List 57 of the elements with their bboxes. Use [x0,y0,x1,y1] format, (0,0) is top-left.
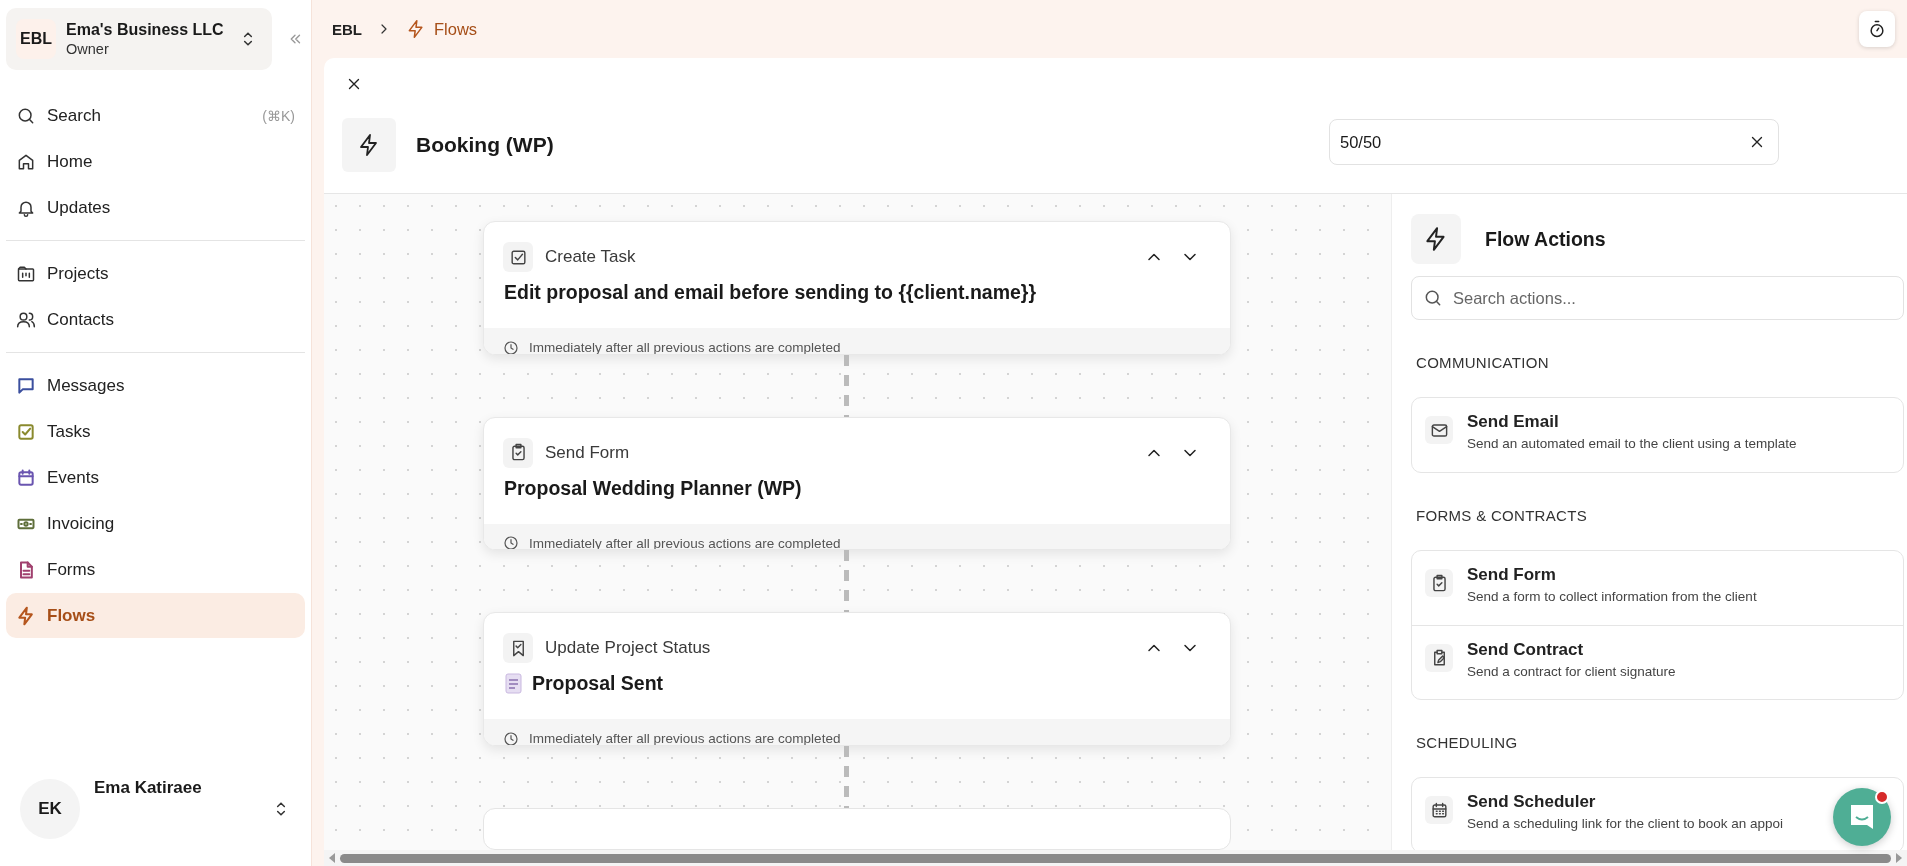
action-item[interactable]: Send Form Send a form to collect information from the client [1412,551,1903,625]
action-description: Send an automated email to the client using a template [1467,436,1797,451]
sidebar-item[interactable]: Tasks [6,409,305,454]
stopwatch-icon [1867,19,1887,39]
action-title: Send Email [1467,412,1560,432]
sidebar-item[interactable]: Invoicing [6,501,305,546]
workspace-role: Owner [66,41,110,57]
sidebar-item[interactable]: Home [6,139,305,184]
action-item[interactable]: Send Scheduler Send a scheduling link for the client to book an appoi [1412,778,1903,850]
step-type: Send Form [545,442,631,463]
shortcut-hint: (⌘K) [262,107,295,124]
sidebar-item[interactable]: Contacts [6,297,305,342]
horizontal-scrollbar[interactable] [324,850,1907,866]
step-title: Edit proposal and email before sending to {{client.name}} [504,281,1037,304]
flow-title: Booking (WP) [416,133,555,157]
timer-button[interactable] [1859,11,1895,47]
action-title: Send Form [1467,565,1557,585]
clock-icon [503,730,519,745]
section-heading: FORMS & CONTRACTS [1416,507,1588,526]
action-description: Send a contract for client signature [1467,664,1676,679]
workspace-name: Ema's Business LLC [66,21,225,39]
clock-icon [503,535,519,550]
user-name: Ema Katiraee [94,778,203,798]
sidebar-item[interactable]: Updates [6,185,305,230]
lightning-icon [406,19,426,39]
step-title: Proposal Wedding Planner (WP) [504,476,802,500]
calendar-icon [1429,800,1449,820]
scroll-left-icon [328,853,336,863]
action-item[interactable]: Send Email Send an automated email to the client using a template [1412,398,1903,472]
action-description: Send a form to collect information from the client [1467,589,1757,604]
breadcrumb-link[interactable]: EBL [332,20,362,38]
notification-dot [1875,790,1889,804]
search-icon [1423,288,1443,308]
action-search-field[interactable]: Search actions... [1411,276,1904,320]
action-item[interactable]: Send Contract Send a contract for client signature [1412,625,1903,699]
step-type: Create Task [545,247,637,267]
sidebar-item[interactable]: Forms [6,547,305,592]
step-title: Proposal Sent [532,672,664,696]
section-heading: COMMUNICATION [1416,354,1550,373]
document-icon [504,672,524,695]
panel-title: Flow Actions [1485,227,1606,251]
sidebar-item[interactable]: Messages [6,363,305,408]
split-field[interactable]: 50/50 [1329,119,1779,165]
sidebar-item[interactable]: Events [6,455,305,500]
breadcrumb-link[interactable]: Flows [406,19,478,39]
sidebar-item[interactable]: Search (⌘K) [6,93,305,138]
sidebar-item[interactable]: Flows [6,593,305,638]
clock-icon [503,339,519,354]
action-description: Send a scheduling link for the client to book an appoi [1467,816,1783,831]
scroll-right-icon [1895,853,1903,863]
action-title: Send Scheduler [1467,792,1597,812]
user-avatar: EK [20,779,80,839]
sidebar-item[interactable]: Projects [6,251,305,296]
action-title: Send Contract [1467,640,1585,660]
workspace-avatar: EBL [16,19,56,59]
step-type: Update Project Status [545,638,712,659]
section-heading: SCHEDULING [1416,734,1519,753]
